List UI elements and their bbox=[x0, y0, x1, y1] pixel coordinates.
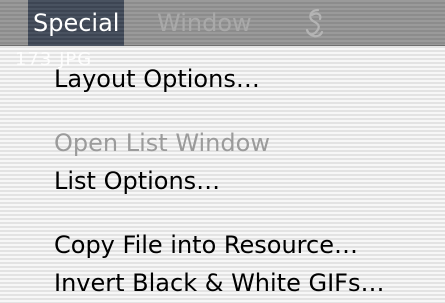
menu-item-open-list-window: Open List Window bbox=[54, 129, 270, 157]
menu-item-list-options[interactable]: List Options… bbox=[54, 163, 220, 199]
menu-item-layout-options[interactable]: Layout Options… bbox=[54, 61, 260, 97]
special-menu-title[interactable]: Special bbox=[28, 0, 125, 46]
script-menu-title[interactable] bbox=[302, 0, 328, 46]
menu-item-invert-black-white-gifs[interactable]: Invert Black & White GIFs… bbox=[54, 265, 384, 301]
menu-item-copy-file-into-resource[interactable]: Copy File into Resource… bbox=[54, 227, 358, 263]
script-icon bbox=[305, 8, 324, 38]
window-menu-title[interactable]: Window bbox=[157, 0, 252, 46]
special-menu-dropdown: Layout Options… Open List Window List Op… bbox=[0, 46, 445, 303]
menu-bar: Special Window bbox=[0, 0, 445, 46]
